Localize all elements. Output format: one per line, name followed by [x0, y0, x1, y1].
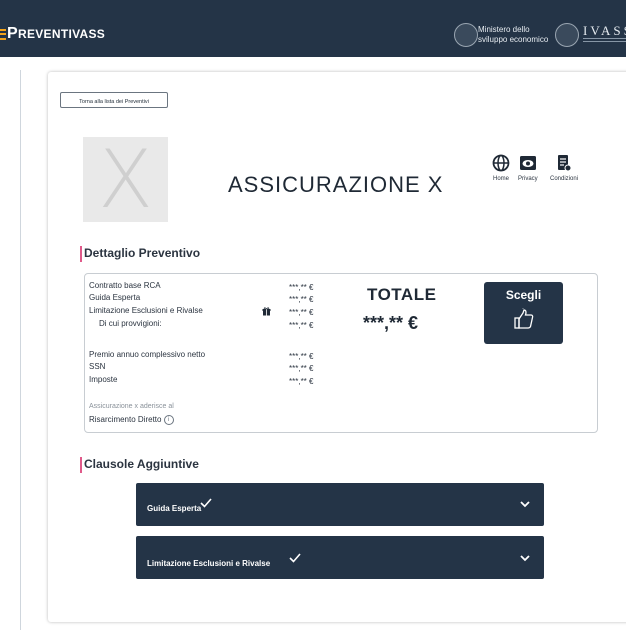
preventivass-logo[interactable]: PREVENTIVASS [0, 25, 106, 42]
ministry-logo-text[interactable]: Ministero dello sviluppo economico [478, 25, 548, 45]
direct-compensation-note: Assicurazione x aderisce al [89, 403, 174, 410]
row-label-provvigioni: Di cui provvigioni: [99, 319, 162, 328]
logo-rest: REVENTIVASS [17, 27, 106, 41]
row-label-guida: Guida Esperta [89, 293, 141, 302]
check-icon [200, 498, 212, 508]
ivass-logo-text[interactable]: IVASS [583, 23, 626, 39]
back-to-quotes-button[interactable]: Torna alla lista dei Preventivi [60, 92, 168, 108]
row-label-limitazione: Limitazione Esclusioni e Rivalse [89, 306, 203, 315]
choose-button[interactable]: Scegli [484, 282, 563, 344]
globe-icon [492, 154, 510, 172]
ministry-line1: Ministero dello [478, 25, 530, 34]
row-value-ssn: ***,** € [289, 364, 314, 373]
clauses-section-title: Clausole Aggiuntive [80, 457, 199, 473]
row-value-guida: ***,** € [289, 295, 314, 304]
row-label-imposte: Imposte [89, 375, 118, 384]
nav-privacy-label: Privacy [518, 176, 538, 182]
company-name: ASSICURAZIONE X [228, 172, 444, 197]
chevron-down-icon[interactable] [520, 501, 530, 508]
nav-conditions[interactable]: Condizioni [550, 154, 578, 182]
clause-label-guida: Guida Esperta [147, 504, 202, 513]
row-label-ssn: SSN [89, 362, 106, 371]
choose-button-label: Scegli [505, 288, 542, 302]
logo-initial: P [7, 25, 18, 42]
gift-icon[interactable] [262, 307, 271, 316]
clause-accordion-limitazione[interactable]: Limitazione Esclusioni e Rivalse [136, 536, 544, 579]
nav-conditions-label: Condizioni [550, 176, 579, 182]
ministry-emblem-icon [454, 23, 478, 47]
eye-icon [519, 156, 536, 170]
row-value-rca: ***,** € [289, 283, 314, 292]
check-icon [289, 553, 301, 563]
left-divider [20, 70, 21, 630]
logo-bars-icon [0, 28, 6, 40]
row-value-imposte: ***,** € [289, 377, 314, 386]
ministry-line2: sviluppo economico [478, 35, 549, 44]
company-logo-placeholder: X [83, 137, 168, 222]
total-value: ***,** € [363, 313, 419, 333]
info-icon[interactable]: i [163, 415, 174, 425]
ivass-emblem-icon [555, 23, 579, 47]
nav-home-label: Home [492, 176, 509, 182]
total-label: TOTALE [367, 285, 437, 304]
row-label-rca: Contratto base RCA [89, 281, 161, 290]
detail-section-title: Dettaglio Preventivo [79, 246, 201, 262]
ivass-subtitle-lines [583, 38, 626, 42]
clause-label-limitazione: Limitazione Esclusioni e Rivalse [147, 559, 271, 568]
chevron-down-icon[interactable] [520, 555, 530, 562]
document-icon [558, 155, 572, 172]
clause-accordion-guida[interactable]: Guida Esperta [136, 483, 544, 526]
nav-home[interactable]: Home [492, 154, 510, 182]
row-label-premio: Premio annuo complessivo netto [89, 350, 206, 359]
row-value-provvigioni: ***,** € [289, 321, 314, 330]
row-value-premio: ***,** € [289, 352, 314, 361]
row-value-limitazione: ***,** € [289, 308, 314, 317]
thumbs-up-icon [513, 308, 533, 329]
direct-compensation-label: Risarcimento Diretto [89, 415, 162, 425]
nav-privacy[interactable]: Privacy [518, 154, 538, 182]
direct-compensation-link[interactable]: Risarcimento Diretto i [89, 415, 174, 425]
